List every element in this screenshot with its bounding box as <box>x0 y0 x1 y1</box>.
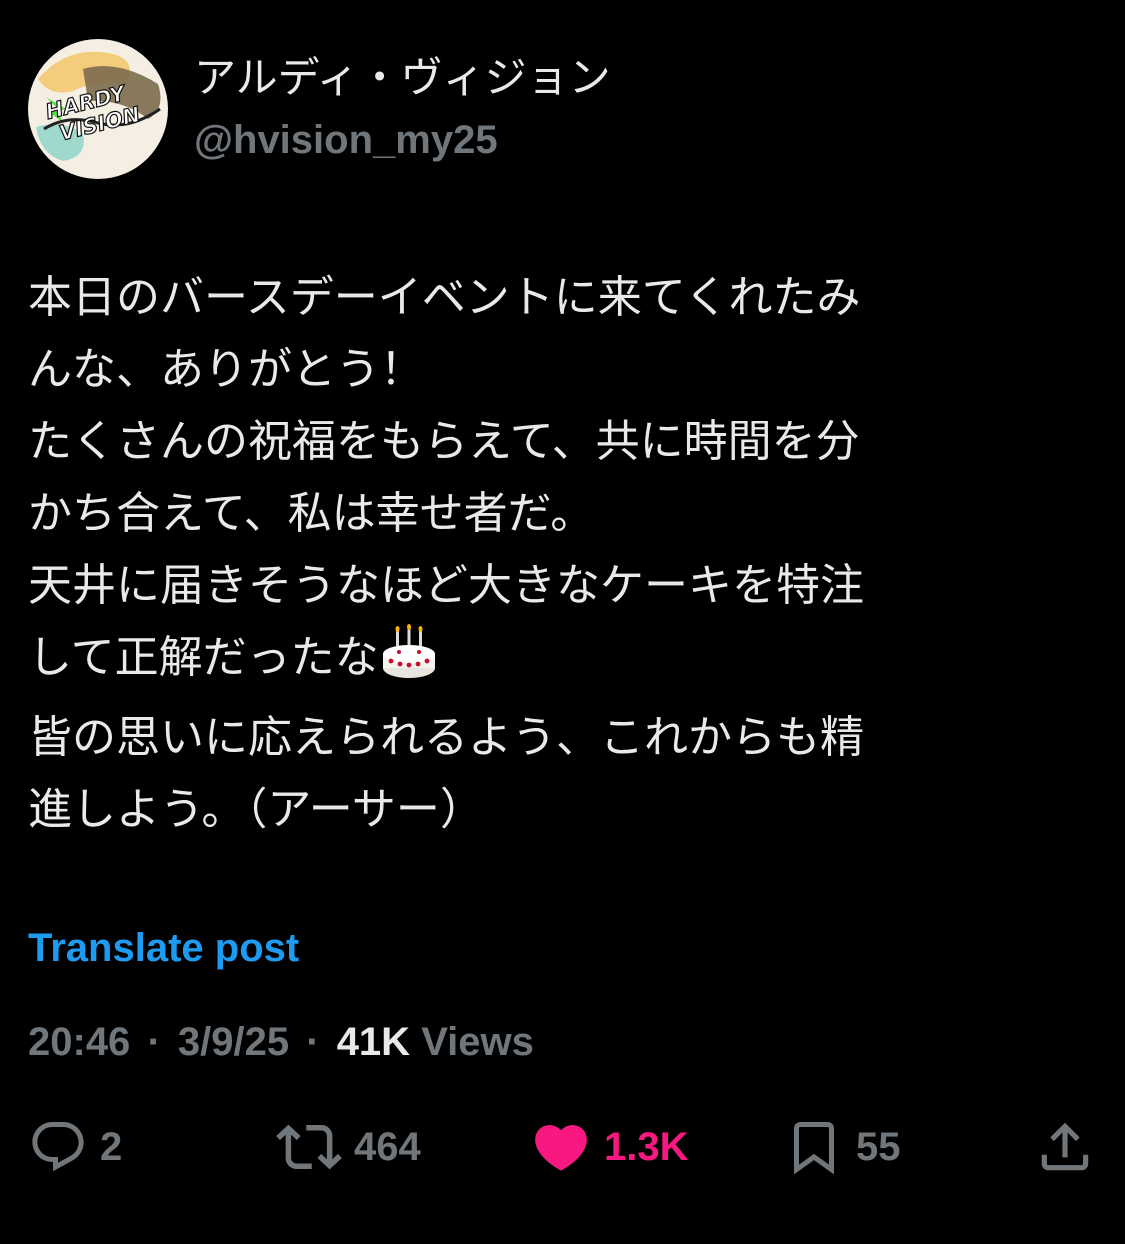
like-button[interactable]: 1.3K <box>530 1112 689 1182</box>
meta-separator: · <box>147 1020 161 1064</box>
avatar-logo-icon: HARDY VISION <box>28 39 168 179</box>
post-meta: 20:46 · 3/9/25 · 41K Views <box>28 1016 534 1068</box>
post-header: HARDY VISION アルディ・ヴィジョン @hvision_my25 <box>28 38 611 180</box>
post-date[interactable]: 3/9/25 <box>178 1020 289 1064</box>
heart-icon <box>535 1125 587 1171</box>
author-handle[interactable]: @hvision_my25 <box>194 112 611 168</box>
repost-count: 464 <box>354 1124 421 1169</box>
repost-icon <box>276 1124 342 1170</box>
post-text: 本日のバースデーイベントに来てくれたみ んな、ありがとう！ たくさんの祝福をもら… <box>28 262 1098 846</box>
post-text-line: 進しよう。（アーサー） <box>28 784 484 835</box>
action-bar: 2 464 1.3K 55 <box>0 1112 1125 1182</box>
post-text-line: たくさんの祝福をもらえて、共に時間を分 <box>28 416 860 467</box>
post-text-line: 天井に届きそうなほど大きなケーキを特注 <box>28 560 864 611</box>
bookmark-count: 55 <box>856 1124 901 1169</box>
views-label: Views <box>421 1020 534 1064</box>
post-text-line: して正解だったな <box>28 632 379 683</box>
bookmark-button[interactable]: 55 <box>784 1112 901 1182</box>
birthday-cake-icon <box>381 624 437 702</box>
like-count: 1.3K <box>604 1124 689 1169</box>
post-time[interactable]: 20:46 <box>28 1020 130 1064</box>
repost-button[interactable]: 464 <box>276 1112 421 1182</box>
avatar[interactable]: HARDY VISION <box>28 39 168 179</box>
views-count[interactable]: 41K <box>337 1020 410 1064</box>
reply-count: 2 <box>100 1124 123 1169</box>
reply-icon <box>32 1122 84 1172</box>
post-text-line: 皆の思いに応えられるよう、これからも精 <box>28 712 864 763</box>
translate-post-link[interactable]: Translate post <box>28 922 299 974</box>
reply-button[interactable]: 2 <box>28 1112 122 1182</box>
author-names: アルディ・ヴィジョン @hvision_my25 <box>194 50 611 168</box>
meta-separator: · <box>306 1020 320 1064</box>
share-button[interactable] <box>1034 1112 1096 1182</box>
bookmark-icon <box>794 1122 834 1175</box>
post-text-line: んな、ありがとう！ <box>28 344 424 395</box>
share-icon <box>1041 1122 1089 1171</box>
author-display-name[interactable]: アルディ・ヴィジョン <box>194 50 611 106</box>
post-text-line: かち合えて、私は幸せ者だ。 <box>28 488 595 539</box>
post-text-line-with-emoji: して正解だったな <box>28 622 1098 702</box>
post-text-line: 本日のバースデーイベントに来てくれたみ <box>28 272 861 323</box>
